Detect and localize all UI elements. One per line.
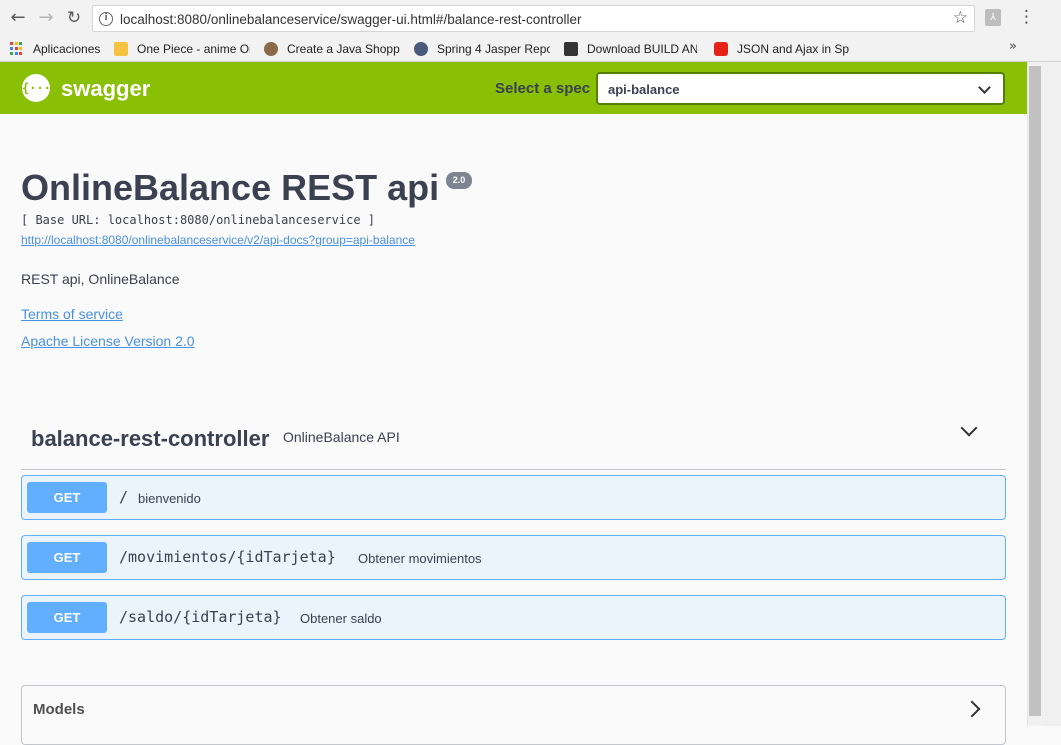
page-title: OnlineBalance REST api xyxy=(21,167,440,208)
apps-grid-icon xyxy=(10,42,24,56)
select-spec-label: Select a spec xyxy=(495,80,591,97)
tag-description: OnlineBalance API xyxy=(283,429,400,445)
method-badge: GET xyxy=(27,482,107,513)
bookmarks-bar: Aplicaciones One Piece - anime Or Create… xyxy=(0,36,1061,62)
bookmark-one-piece[interactable]: One Piece - anime Or xyxy=(114,40,250,58)
bookmark-label: Aplicaciones xyxy=(33,42,101,56)
version-badge: 2.0 xyxy=(446,172,472,189)
tag-header-balance-rest-controller[interactable]: balance-rest-controller OnlineBalance AP… xyxy=(21,412,1006,470)
bookmark-star-icon[interactable]: ☆ xyxy=(953,8,968,28)
browser-toolbar: ← → ↻ i localhost:8080/onlinebalanceserv… xyxy=(0,0,1061,36)
forward-arrow-icon[interactable]: → xyxy=(34,6,58,30)
method-badge: GET xyxy=(27,542,107,573)
base-url: [ Base URL: localhost:8080/onlinebalance… xyxy=(21,213,376,227)
youtube-favicon-icon xyxy=(714,42,728,56)
bookmark-label: One Piece - anime Or xyxy=(137,42,250,56)
scrollbar-thumb[interactable] xyxy=(1029,66,1041,716)
terms-of-service-link[interactable]: Terms of service xyxy=(21,306,123,322)
bookmark-spring-jasper[interactable]: Spring 4 Jasper Repo xyxy=(414,40,550,58)
models-section[interactable]: Models xyxy=(21,685,1006,745)
spec-select-value: api-balance xyxy=(608,82,680,97)
operation-path: /saldo/{idTarjeta} xyxy=(119,608,282,626)
browser-menu-icon[interactable]: ⋮ xyxy=(1018,7,1035,27)
swagger-topbar: {···} swagger Select a spec api-balance xyxy=(0,62,1027,114)
chevron-down-icon xyxy=(978,81,991,94)
models-label[interactable]: Models xyxy=(33,701,85,718)
bookmark-json-ajax[interactable]: JSON and Ajax in Spr xyxy=(714,40,849,58)
bookmark-label: JSON and Ajax in Spr xyxy=(737,42,849,56)
pdf-extension-icon[interactable]: ⅄ xyxy=(985,9,1001,26)
chevron-right-icon[interactable] xyxy=(963,700,981,718)
bookmark-label: Download BUILD AN xyxy=(587,42,697,56)
operation-summary: bienvenido xyxy=(138,491,201,506)
address-bar[interactable]: i localhost:8080/onlinebalanceservice/sw… xyxy=(92,5,975,32)
swagger-logo-text[interactable]: swagger xyxy=(61,76,150,102)
bookmark-java-shopping[interactable]: Create a Java Shoppir xyxy=(264,40,400,58)
operation-get-saldo[interactable]: GET /saldo/{idTarjeta} Obtener saldo xyxy=(21,595,1006,640)
operation-summary: Obtener saldo xyxy=(300,611,382,626)
one-piece-favicon-icon xyxy=(114,42,128,56)
operation-path: /movimientos/{idTarjeta} xyxy=(119,548,336,566)
api-description: REST api, OnlineBalance xyxy=(21,271,180,287)
url-text[interactable]: localhost:8080/onlinebalanceservice/swag… xyxy=(120,12,582,27)
method-badge: GET xyxy=(27,602,107,633)
api-docs-link[interactable]: http://localhost:8080/onlinebalanceservi… xyxy=(21,233,415,247)
java-shopping-favicon-icon xyxy=(264,42,278,56)
license-link[interactable]: Apache License Version 2.0 xyxy=(21,333,195,349)
back-arrow-icon[interactable]: ← xyxy=(6,6,30,30)
more-bookmarks-icon[interactable]: » xyxy=(1009,39,1017,54)
spec-select[interactable]: api-balance xyxy=(596,72,1005,105)
bookmark-label: Spring 4 Jasper Repo xyxy=(437,42,550,56)
operation-summary: Obtener movimientos xyxy=(358,551,482,566)
info-icon[interactable]: i xyxy=(99,12,113,26)
download-build-favicon-icon xyxy=(564,42,578,56)
swagger-logo-icon[interactable]: {···} xyxy=(22,74,58,102)
chevron-down-icon[interactable] xyxy=(960,419,978,437)
tag-name[interactable]: balance-rest-controller xyxy=(31,426,269,452)
operation-get-root[interactable]: GET / bienvenido xyxy=(21,475,1006,520)
bookmark-download-build[interactable]: Download BUILD AN xyxy=(564,40,697,58)
bookmark-label: Create a Java Shoppir xyxy=(287,42,400,56)
operation-get-movimientos[interactable]: GET /movimientos/{idTarjeta} Obtener mov… xyxy=(21,535,1006,580)
operation-path: / xyxy=(119,488,129,506)
spring-jasper-favicon-icon xyxy=(414,42,428,56)
bookmark-apps[interactable]: Aplicaciones xyxy=(10,40,110,58)
reload-icon[interactable]: ↻ xyxy=(62,6,86,30)
window-edge xyxy=(1043,62,1061,726)
